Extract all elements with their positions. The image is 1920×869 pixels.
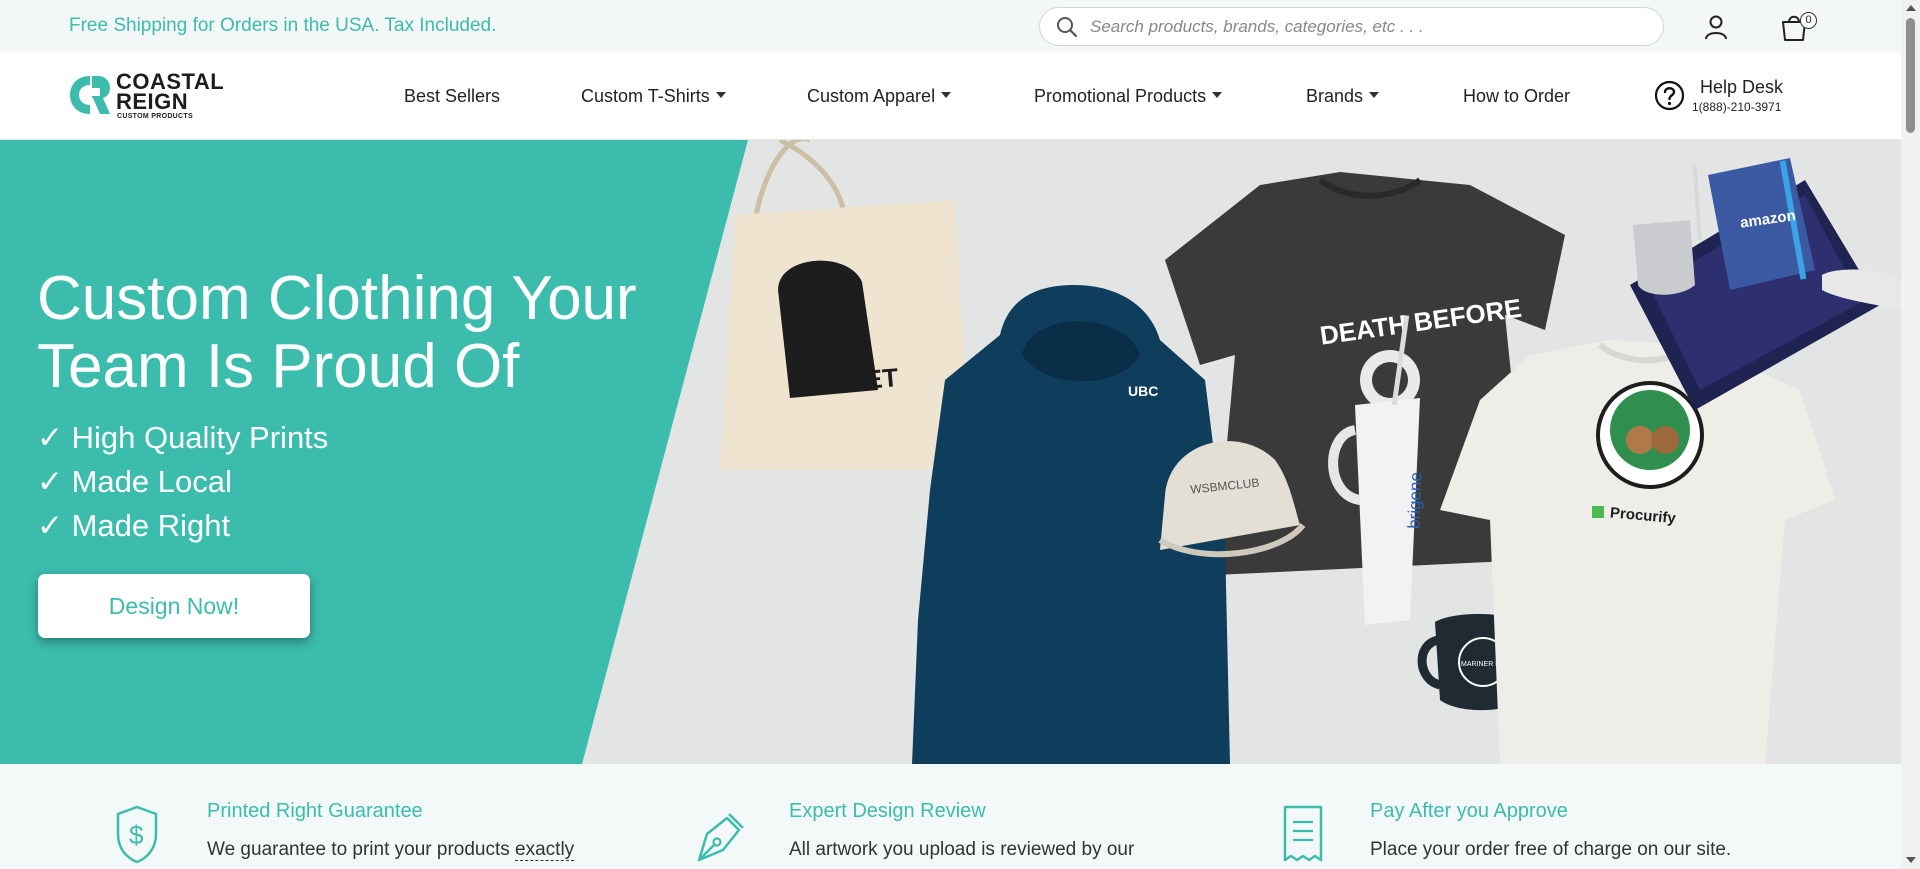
cart-count-badge: 0 bbox=[1800, 12, 1817, 29]
logo-text-subtitle: CUSTOM PRODUCTS bbox=[117, 113, 193, 120]
feature-description-text: We guarantee to print your products bbox=[207, 839, 516, 860]
help-question-icon[interactable] bbox=[1654, 80, 1685, 111]
nav-best-sellers[interactable]: Best Sellers bbox=[404, 86, 500, 107]
main-navigation: COASTAL REIGN CUSTOM PRODUCTS Best Selle… bbox=[0, 53, 1901, 140]
feature-title: Printed Right Guarantee bbox=[207, 800, 423, 822]
features-strip: $ Printed Right Guarantee We guarantee t… bbox=[0, 764, 1901, 869]
caret-down-icon bbox=[941, 92, 952, 99]
feature-title: Pay After you Approve bbox=[1370, 800, 1568, 822]
hero-benefits-list: ✓ High Quality Prints ✓ Made Local ✓ Mad… bbox=[37, 416, 328, 548]
light-tshirt-image: Procurify bbox=[1440, 340, 1835, 764]
search-bar[interactable] bbox=[1039, 7, 1664, 46]
benefit-item: ✓ Made Right bbox=[37, 508, 231, 543]
design-now-button[interactable]: Design Now! bbox=[38, 574, 310, 638]
tumbler-text: brigene bbox=[1404, 472, 1425, 529]
nav-custom-tshirts[interactable]: Custom T-Shirts bbox=[581, 86, 726, 107]
pen-nib-icon bbox=[697, 813, 744, 862]
hero-headline-line2: Team Is Proud Of bbox=[37, 332, 520, 401]
search-input[interactable] bbox=[1090, 14, 1650, 40]
benefit-item: ✓ High Quality Prints bbox=[37, 420, 329, 455]
nav-label: How to Order bbox=[1463, 86, 1571, 106]
account-icon[interactable] bbox=[1702, 13, 1730, 41]
receipt-icon bbox=[1283, 805, 1323, 862]
page-scrollbar[interactable] bbox=[1901, 0, 1920, 869]
nav-how-to-order[interactable]: How to Order bbox=[1463, 86, 1570, 107]
feature-description: Place your order free of charge on our s… bbox=[1370, 839, 1732, 860]
help-desk-phone[interactable]: 1(888)-210-3971 bbox=[1692, 100, 1781, 114]
hero-headline: Custom Clothing Your Team Is Proud Of bbox=[37, 265, 657, 401]
feature-description: All artwork you upload is reviewed by ou… bbox=[789, 839, 1135, 860]
hero-headline-line1: Custom Clothing Your bbox=[37, 264, 637, 333]
feature-printed-right: $ Printed Right Guarantee We guarantee t… bbox=[115, 764, 635, 869]
nav-custom-apparel[interactable]: Custom Apparel bbox=[807, 86, 952, 107]
help-desk-link[interactable]: Help Desk bbox=[1700, 77, 1783, 98]
hero-banner: PALLET DEATH BEFORE UBC WSBMCLUB brigene… bbox=[0, 140, 1901, 764]
nav-label: Brands bbox=[1306, 86, 1364, 106]
svg-text:$: $ bbox=[129, 820, 144, 850]
nav-brands[interactable]: Brands bbox=[1306, 86, 1380, 107]
caret-down-icon bbox=[1369, 92, 1380, 99]
caret-down-icon bbox=[1212, 92, 1223, 99]
feature-title: Expert Design Review bbox=[789, 800, 986, 822]
logo-mark-icon bbox=[70, 76, 110, 114]
benefit-item: ✓ Made Local bbox=[37, 464, 232, 499]
scroll-down-arrow-icon[interactable] bbox=[1906, 857, 1916, 863]
nav-promotional-products[interactable]: Promotional Products bbox=[1034, 86, 1223, 107]
feature-description: We guarantee to print your products exac… bbox=[207, 839, 575, 861]
shield-dollar-icon: $ bbox=[116, 805, 158, 864]
shipping-promo-text: Free Shipping for Orders in the USA. Tax… bbox=[69, 15, 497, 36]
coastal-reign-logo[interactable]: COASTAL REIGN CUSTOM PRODUCTS bbox=[68, 68, 233, 124]
search-icon bbox=[1057, 17, 1078, 38]
exactly-tooltip-link[interactable]: exactly bbox=[515, 839, 575, 861]
nav-label: Custom Apparel bbox=[807, 86, 936, 106]
logo-text-reign: REIGN bbox=[116, 89, 189, 114]
tote-bag-image: PALLET bbox=[720, 140, 970, 470]
nav-label: Promotional Products bbox=[1034, 86, 1207, 106]
announcement-bar: Free Shipping for Orders in the USA. Tax… bbox=[0, 0, 1901, 53]
feature-pay-after: Pay After you Approve Place your order f… bbox=[1280, 764, 1840, 869]
hoodie-text: UBC bbox=[1128, 383, 1158, 399]
nav-label: Custom T-Shirts bbox=[581, 86, 710, 106]
caret-down-icon bbox=[715, 92, 726, 99]
feature-design-review: Expert Design Review All artwork you upl… bbox=[693, 764, 1213, 869]
scroll-up-arrow-icon[interactable] bbox=[1906, 5, 1916, 11]
nav-label: Best Sellers bbox=[404, 86, 501, 106]
scrollbar-thumb[interactable] bbox=[1906, 18, 1915, 133]
